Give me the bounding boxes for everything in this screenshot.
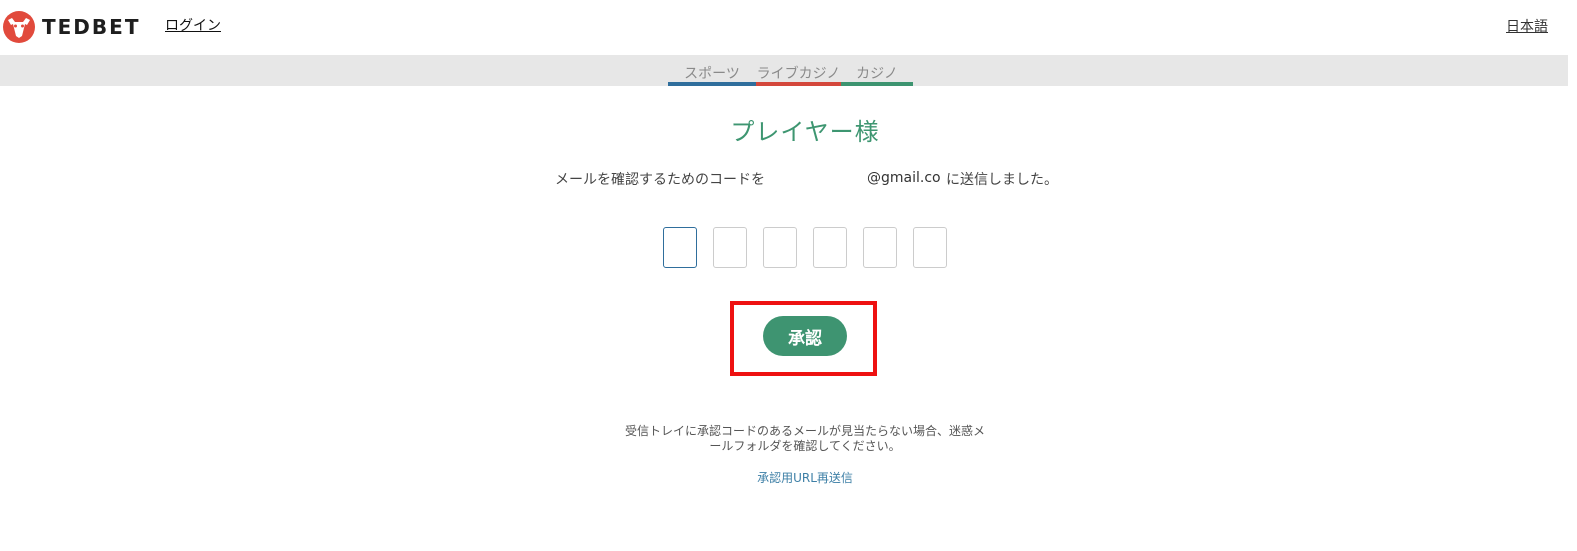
category-tabs: スポーツ ライブカジノ カジノ (668, 55, 913, 86)
message-suffix: に送信しました。 (946, 172, 1058, 188)
help-text: 受信トレイに承認コードのあるメールが見当たらない場合、迷惑メールフォルダを確認し… (624, 424, 985, 453)
code-input-group (663, 227, 947, 268)
code-digit-1[interactable] (663, 227, 697, 268)
brand-name: TEDBET (42, 14, 141, 39)
code-digit-6[interactable] (913, 227, 947, 268)
email-address: @gmail.con (867, 170, 940, 186)
code-digit-4[interactable] (813, 227, 847, 268)
brand-logo[interactable]: TEDBET (3, 10, 140, 43)
language-selector[interactable]: 日本語 (1506, 16, 1548, 36)
verification-page: TEDBET ログイン 日本語 スポーツ ライブカジノ カジノ プレイヤー様 メ… (0, 0, 1577, 551)
login-link[interactable]: ログイン (165, 15, 221, 35)
header: TEDBET ログイン 日本語 (0, 0, 1577, 54)
verification-message: メールを確認するためのコードを @gmail.con に送信しました。 (0, 169, 1577, 189)
tab-sports[interactable]: スポーツ (668, 55, 756, 86)
approve-button[interactable]: 承認 (763, 316, 847, 356)
code-digit-5[interactable] (863, 227, 897, 268)
category-tab-bar: スポーツ ライブカジノ カジノ (0, 55, 1568, 86)
code-digit-3[interactable] (763, 227, 797, 268)
message-prefix: メールを確認するためのコードを (555, 172, 765, 188)
resend-verification-link[interactable]: 承認用URL再送信 (0, 469, 1577, 486)
tab-casino[interactable]: カジノ (841, 55, 913, 86)
page-title: プレイヤー様 (730, 118, 880, 146)
bull-head-icon (3, 10, 35, 43)
tab-live-casino[interactable]: ライブカジノ (756, 55, 841, 86)
code-digit-2[interactable] (713, 227, 747, 268)
